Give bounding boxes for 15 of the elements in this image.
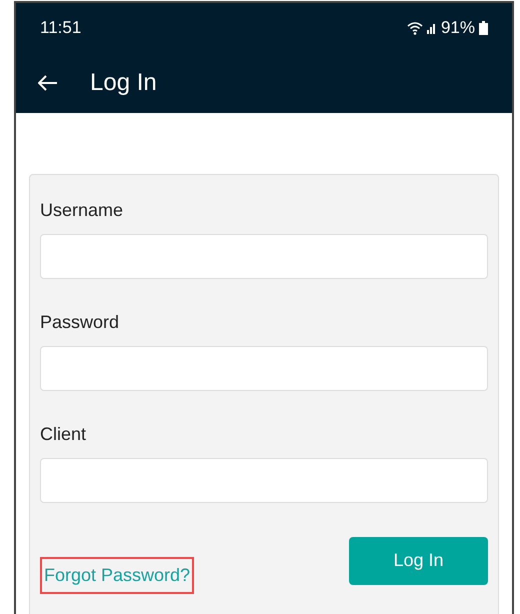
signal-icon — [426, 22, 437, 34]
battery-level: 91% — [440, 17, 475, 40]
forgot-password-link[interactable]: Forgot Password? — [40, 557, 194, 594]
field-label: Password — [40, 311, 120, 334]
field-label: Username — [40, 199, 124, 222]
input-field[interactable] — [40, 234, 488, 279]
battery-icon — [479, 21, 488, 35]
back-arrow-icon[interactable] — [38, 75, 58, 91]
screen-title: Log In — [90, 68, 157, 98]
input-field[interactable] — [40, 346, 488, 391]
wifi-icon — [406, 22, 423, 34]
input-field[interactable] — [40, 458, 488, 503]
status-time: 11:51 — [40, 17, 82, 40]
field-label: Client — [40, 423, 88, 446]
login-button[interactable]: Log In — [349, 536, 488, 584]
